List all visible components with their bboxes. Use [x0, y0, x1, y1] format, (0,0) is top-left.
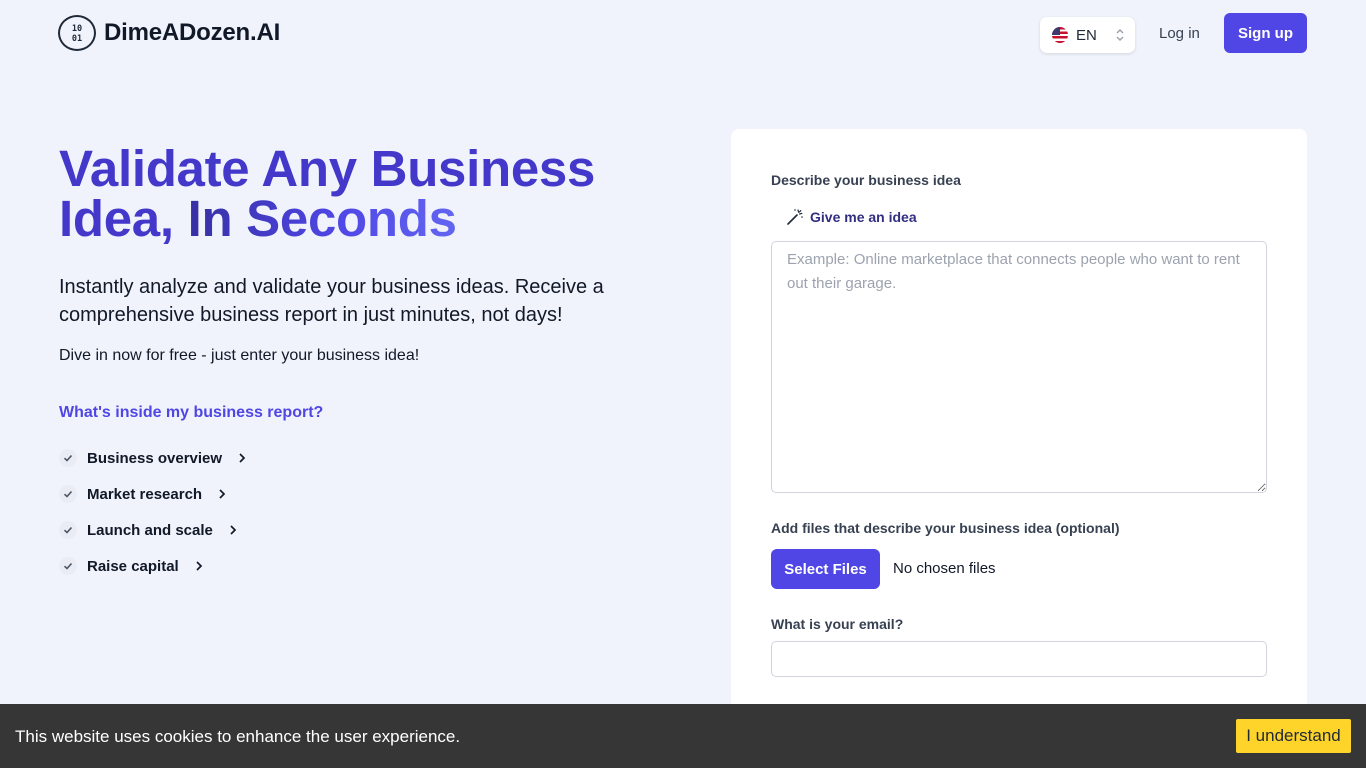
- language-selector[interactable]: EN: [1040, 17, 1135, 53]
- report-item-label: Launch and scale: [87, 521, 213, 539]
- svg-text:01: 01: [72, 34, 82, 44]
- files-label: Add files that describe your business id…: [771, 520, 1120, 536]
- report-item-market-research[interactable]: Market research: [59, 476, 246, 512]
- brand-name: DimeADozen.AI: [104, 19, 281, 46]
- coin-logo-icon: 10 01: [58, 15, 96, 51]
- report-item-label: Raise capital: [87, 557, 179, 575]
- hero-title: Validate Any Business Idea, In Seconds: [59, 143, 679, 247]
- cookie-banner: This website uses cookies to enhance the…: [0, 704, 1366, 768]
- chevron-right-icon: [229, 525, 237, 535]
- chevron-right-icon: [218, 489, 226, 499]
- login-link[interactable]: Log in: [1159, 25, 1200, 42]
- us-flag-icon: [1052, 27, 1068, 43]
- check-icon: [59, 521, 77, 539]
- magic-wand-icon: [787, 209, 803, 225]
- give-me-an-idea-button[interactable]: Give me an idea: [786, 208, 917, 226]
- chevron-right-icon: [238, 453, 246, 463]
- report-item-raise-capital[interactable]: Raise capital: [59, 548, 246, 584]
- cta-text: Dive in now for free - just enter your b…: [59, 347, 420, 364]
- brand-logo[interactable]: 10 01 DimeADozen.AI: [58, 15, 280, 51]
- email-label: What is your email?: [771, 616, 904, 632]
- report-heading: What's inside my business report?: [59, 404, 324, 421]
- signup-button[interactable]: Sign up: [1224, 13, 1307, 53]
- site-header: 10 01 DimeADozen.AI EN Log in Sign up: [0, 0, 1366, 70]
- hero-title-accent: In Seconds: [187, 190, 457, 247]
- report-item-launch-and-scale[interactable]: Launch and scale: [59, 512, 246, 548]
- email-input[interactable]: [771, 641, 1267, 677]
- give-me-an-idea-label: Give me an idea: [810, 209, 917, 225]
- language-label: EN: [1076, 26, 1097, 44]
- select-files-button[interactable]: Select Files: [771, 549, 880, 589]
- hero-subtitle: Instantly analyze and validate your busi…: [59, 276, 604, 326]
- business-idea-textarea[interactable]: [771, 241, 1267, 493]
- report-item-label: Business overview: [87, 449, 223, 467]
- report-item-business-overview[interactable]: Business overview: [59, 440, 246, 476]
- check-icon: [59, 449, 77, 467]
- chevron-right-icon: [195, 561, 203, 571]
- check-icon: [59, 485, 77, 503]
- report-item-label: Market research: [87, 485, 203, 503]
- report-list: Business overview Market research Launch…: [59, 440, 246, 584]
- no-files-text: No chosen files: [893, 560, 996, 577]
- idea-label: Describe your business idea: [771, 172, 961, 188]
- check-icon: [59, 557, 77, 575]
- cookie-text: This website uses cookies to enhance the…: [15, 727, 461, 746]
- svg-text:10: 10: [72, 24, 82, 34]
- cookie-accept-button[interactable]: I understand: [1236, 719, 1351, 753]
- chevron-up-down-icon: [1116, 28, 1124, 42]
